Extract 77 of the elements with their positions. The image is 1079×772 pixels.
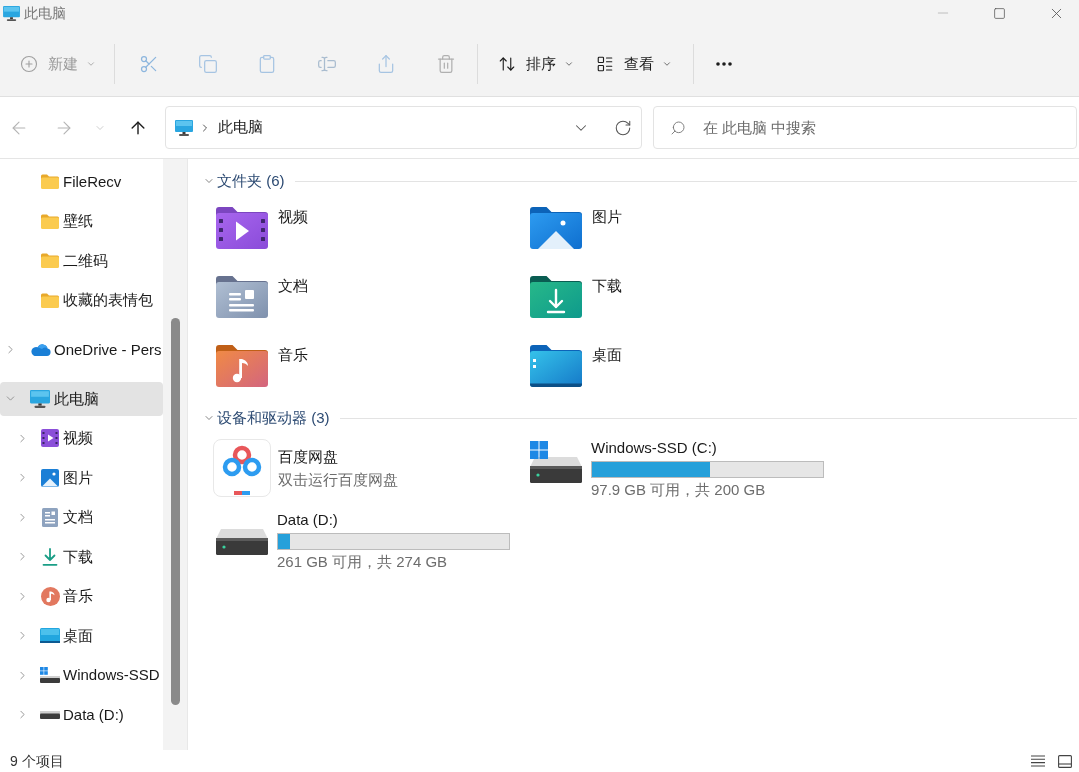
system-drive-icon (40, 667, 60, 684)
picture-icon (41, 468, 59, 487)
app-name: 百度网盘 (278, 448, 338, 466)
drive-icon[interactable] (216, 529, 268, 555)
sidebar-item[interactable]: 视频 (0, 421, 163, 456)
search-icon (670, 119, 686, 136)
sidebar-item[interactable]: Windows-SSD (0, 658, 163, 693)
cloud-icon (29, 343, 51, 357)
sidebar-item[interactable]: 音乐 (0, 579, 163, 614)
download-arrow-icon (42, 547, 58, 566)
video-icon (41, 429, 59, 448)
refresh-icon[interactable] (614, 118, 632, 137)
sidebar-item[interactable]: 壁纸 (0, 204, 163, 239)
sidebar-item[interactable]: 此电脑 (0, 381, 163, 416)
monitor-icon (3, 5, 20, 21)
sidebar-item[interactable]: 下载 (0, 539, 163, 574)
trash-icon (435, 54, 456, 74)
storage-reading: 97.9 GB 可用，共 200 GB (591, 481, 766, 499)
sidebar-item[interactable]: 二维码 (0, 243, 163, 278)
sidebar-item[interactable]: FileRecv (0, 164, 163, 199)
breadcrumb-item[interactable]: 此电脑 (218, 116, 263, 139)
plus-circle-icon (20, 55, 38, 73)
sidebar-item[interactable]: 图片 (0, 460, 163, 495)
sidebar-item[interactable]: 桌面 (0, 618, 163, 653)
system-drive-icon[interactable] (530, 441, 582, 483)
picture-folder-icon (530, 207, 582, 249)
tiles-view-icon[interactable] (1058, 754, 1072, 768)
storage-reading: 261 GB 可用，共 274 GB (277, 553, 448, 571)
monitor-icon (175, 119, 193, 136)
scissors-icon (138, 54, 159, 74)
document-folder-icon (216, 276, 268, 318)
group-heading: 设备和驱动器 (3) (217, 408, 330, 428)
sidebar-item[interactable]: Data (D:) (0, 697, 163, 732)
app-icon[interactable] (213, 439, 271, 497)
caret-icon (86, 59, 96, 69)
drive-name: Windows-SSD (C:) (591, 439, 717, 457)
desktop-icon (40, 628, 60, 644)
drive-name: Data (D:) (277, 511, 338, 529)
app-subtitle: 双击运行百度网盘 (278, 471, 398, 489)
folder-item[interactable]: 音乐 (216, 345, 308, 387)
music-folder-icon (216, 345, 268, 387)
sidebar-item[interactable]: OneDrive - Pers (0, 332, 163, 367)
folder-item[interactable]: 视频 (216, 207, 308, 249)
folder-icon (41, 292, 59, 308)
scrollbar-thumb[interactable] (171, 318, 180, 705)
desktop-folder-icon (530, 345, 582, 387)
search-field[interactable]: 在 此电脑 中搜索 (653, 106, 1077, 149)
text-cursor-icon (316, 54, 337, 74)
caret-icon (564, 59, 575, 69)
monitor-icon (30, 389, 50, 408)
folder-item[interactable]: 下载 (530, 276, 622, 318)
document-icon (42, 507, 58, 527)
drive-icon (40, 710, 60, 719)
download-folder-icon (530, 276, 582, 318)
details-view-icon[interactable] (1031, 755, 1045, 767)
music-note-icon (40, 586, 60, 606)
more-icon (716, 62, 733, 66)
folder-item[interactable]: 图片 (530, 207, 622, 249)
caret-icon (662, 59, 673, 69)
folder-icon (41, 174, 59, 190)
sort-arrows-icon (498, 55, 517, 73)
video-folder-icon (216, 207, 268, 249)
sidebar-item[interactable]: 文档 (0, 500, 163, 535)
folder-icon (41, 213, 59, 229)
sort-button[interactable]: 排序 (487, 46, 586, 82)
folder-icon (41, 253, 59, 269)
list-layout-icon (596, 55, 615, 73)
sidebar-item[interactable]: 收藏的表情包 (0, 283, 163, 318)
group-heading: 文件夹 (6) (217, 171, 285, 191)
maximize-icon[interactable] (993, 6, 1006, 20)
address-bar[interactable]: 此电脑 (165, 106, 642, 149)
folder-item[interactable]: 文档 (216, 276, 308, 318)
copy-icon (198, 54, 219, 74)
window-title: 此电脑 (24, 3, 66, 23)
view-button[interactable]: 查看 (585, 46, 684, 82)
item-count: 9 个项目 (10, 752, 64, 770)
folder-item[interactable]: 桌面 (530, 345, 622, 387)
